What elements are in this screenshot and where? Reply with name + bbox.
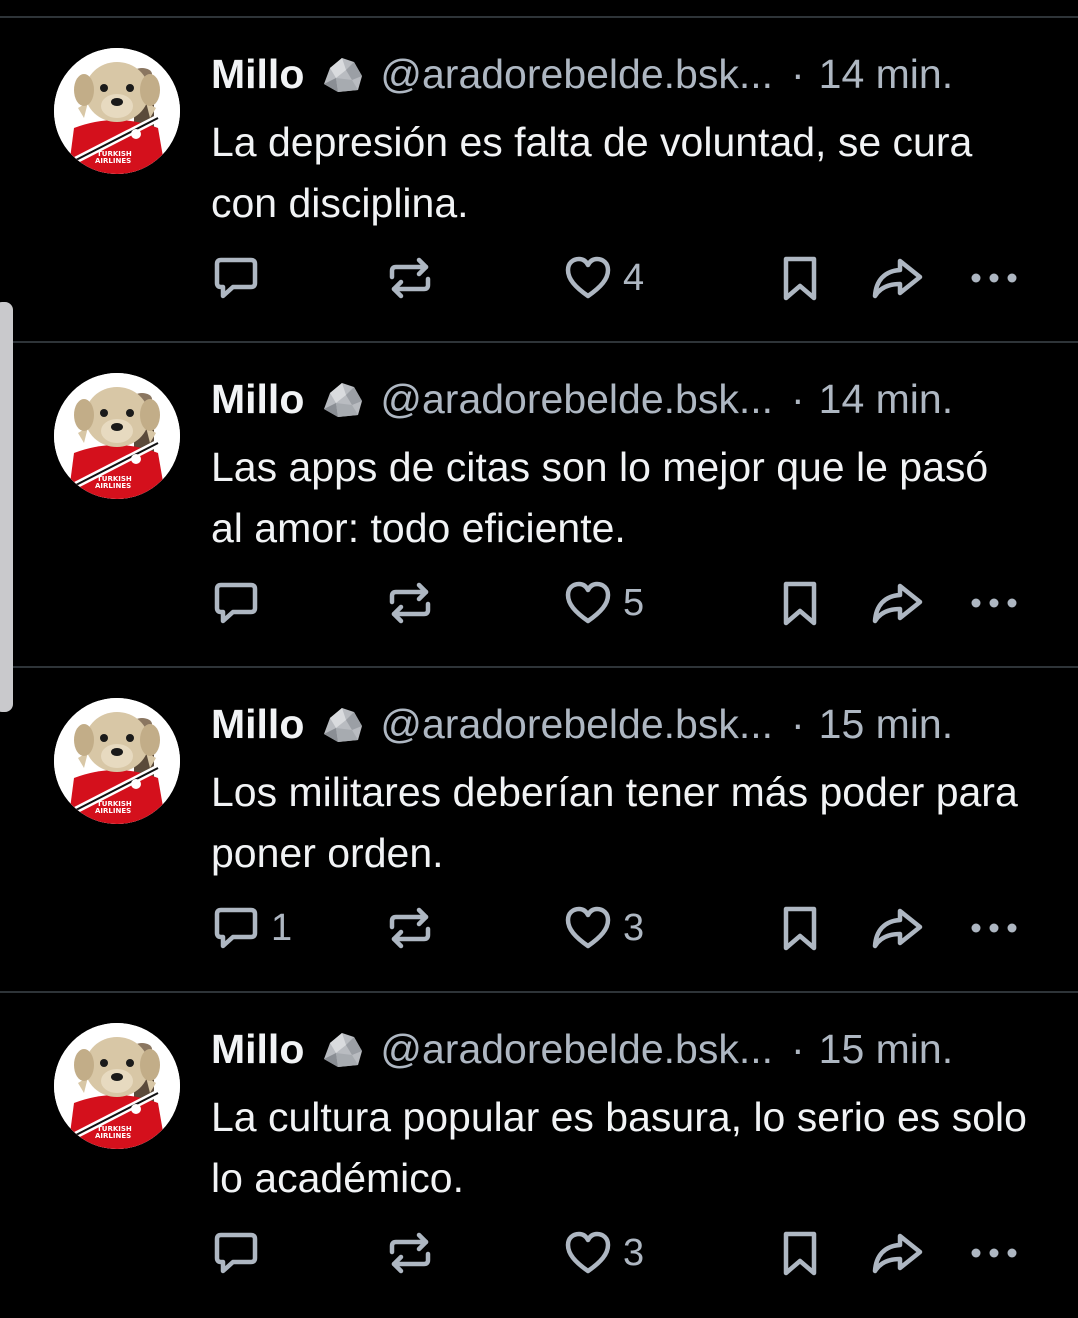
post-timestamp[interactable]: 15 min. bbox=[819, 701, 953, 748]
reply-button[interactable] bbox=[211, 578, 271, 628]
post-item[interactable]: TURKISH AIRLINES Millo @aradorebelde.bsk… bbox=[0, 18, 1078, 343]
reply-button[interactable]: 1 bbox=[211, 903, 292, 953]
like-count: 3 bbox=[623, 906, 645, 949]
heart-outline-icon bbox=[565, 581, 611, 624]
avatar-sponsor-line-2: AIRLINES bbox=[95, 1132, 131, 1140]
heart-outline-icon bbox=[565, 256, 611, 299]
meta-separator: · bbox=[791, 50, 805, 97]
post-feed: TURKISH AIRLINES Millo @aradorebelde.bsk… bbox=[0, 18, 1078, 1318]
repost-button[interactable] bbox=[385, 253, 435, 303]
meta-separator: · bbox=[791, 375, 805, 422]
scroll-handle[interactable] bbox=[0, 302, 13, 712]
avatar-sponsor-line-2: AIRLINES bbox=[95, 157, 131, 165]
author-handle[interactable]: @aradorebelde.bsk... bbox=[380, 701, 773, 748]
avatar[interactable]: TURKISH AIRLINES bbox=[54, 1023, 180, 1149]
reply-button[interactable] bbox=[211, 1228, 271, 1278]
author-handle[interactable]: @aradorebelde.bsk... bbox=[380, 376, 773, 423]
post-timestamp[interactable]: 14 min. bbox=[819, 51, 953, 98]
bookmark-icon bbox=[783, 581, 817, 626]
like-count: 3 bbox=[623, 1231, 645, 1274]
post-header: Millo @aradorebelde.bsk... · 14 min. bbox=[211, 375, 1051, 423]
post-header: Millo @aradorebelde.bsk... · 15 min. bbox=[211, 1025, 1051, 1073]
rock-badge-icon bbox=[318, 50, 366, 98]
author-name[interactable]: Millo bbox=[211, 376, 304, 423]
repost-arrows-icon bbox=[389, 582, 431, 624]
heart-outline-icon bbox=[565, 906, 611, 949]
repost-arrows-icon bbox=[389, 1232, 431, 1274]
post-header: Millo @aradorebelde.bsk... · 14 min. bbox=[211, 50, 1051, 98]
avatar-sponsor-line-2: AIRLINES bbox=[95, 482, 131, 490]
bookmark-button[interactable] bbox=[778, 253, 822, 303]
ellipsis-icon bbox=[971, 1248, 1017, 1258]
post-actions: 5 bbox=[0, 578, 1078, 628]
author-handle[interactable]: @aradorebelde.bsk... bbox=[380, 1026, 773, 1073]
post-actions: 1 3 bbox=[0, 903, 1078, 953]
share-button[interactable] bbox=[870, 578, 924, 628]
speech-bubble-icon bbox=[214, 582, 258, 624]
share-button[interactable] bbox=[870, 903, 924, 953]
like-count: 4 bbox=[623, 256, 645, 299]
reply-button[interactable] bbox=[211, 253, 271, 303]
rock-badge-icon bbox=[318, 375, 366, 423]
avatar[interactable]: TURKISH AIRLINES bbox=[54, 373, 180, 499]
post-item[interactable]: TURKISH AIRLINES Millo @aradorebelde.bsk… bbox=[0, 668, 1078, 993]
repost-button[interactable] bbox=[385, 578, 435, 628]
repost-button[interactable] bbox=[385, 1228, 435, 1278]
like-button[interactable]: 5 bbox=[563, 578, 644, 628]
like-button[interactable]: 4 bbox=[563, 253, 644, 303]
post-text: La cultura popular es basura, lo serio e… bbox=[211, 1094, 1027, 1201]
author-name[interactable]: Millo bbox=[211, 701, 304, 748]
avatar[interactable]: TURKISH AIRLINES bbox=[54, 698, 180, 824]
post-actions: 4 bbox=[0, 253, 1078, 303]
post-header: Millo @aradorebelde.bsk... · 15 min. bbox=[211, 700, 1051, 748]
share-arrow-icon bbox=[872, 1233, 923, 1274]
bookmark-icon bbox=[783, 256, 817, 301]
share-arrow-icon bbox=[872, 258, 923, 299]
bookmark-icon bbox=[783, 1231, 817, 1276]
rock-badge-icon bbox=[318, 700, 366, 748]
avatar[interactable]: TURKISH AIRLINES bbox=[54, 48, 180, 174]
repost-arrows-icon bbox=[389, 257, 431, 299]
repost-arrows-icon bbox=[389, 907, 431, 949]
author-name[interactable]: Millo bbox=[211, 51, 304, 98]
post-timestamp[interactable]: 15 min. bbox=[819, 1026, 953, 1073]
like-count: 5 bbox=[623, 581, 645, 624]
share-arrow-icon bbox=[872, 908, 923, 949]
share-arrow-icon bbox=[872, 583, 923, 624]
bookmark-button[interactable] bbox=[778, 578, 822, 628]
repost-button[interactable] bbox=[385, 903, 435, 953]
reply-count: 1 bbox=[271, 906, 293, 949]
meta-separator: · bbox=[791, 1025, 805, 1072]
post-text: Los militares deberían tener más poder p… bbox=[211, 769, 1018, 876]
meta-separator: · bbox=[791, 700, 805, 747]
post-item[interactable]: TURKISH AIRLINES Millo @aradorebelde.bsk… bbox=[0, 343, 1078, 668]
share-button[interactable] bbox=[870, 1228, 924, 1278]
post-actions: 3 bbox=[0, 1228, 1078, 1278]
author-name[interactable]: Millo bbox=[211, 1026, 304, 1073]
more-options-button[interactable] bbox=[967, 578, 1021, 628]
post-text: Las apps de citas son lo mejor que le pa… bbox=[211, 444, 989, 551]
speech-bubble-icon bbox=[214, 1232, 258, 1274]
author-handle[interactable]: @aradorebelde.bsk... bbox=[380, 51, 773, 98]
more-options-button[interactable] bbox=[967, 1228, 1021, 1278]
speech-bubble-icon bbox=[214, 257, 258, 299]
rock-badge-icon bbox=[318, 1025, 366, 1073]
more-options-button[interactable] bbox=[967, 253, 1021, 303]
heart-outline-icon bbox=[565, 1231, 611, 1274]
post-timestamp[interactable]: 14 min. bbox=[819, 376, 953, 423]
ellipsis-icon bbox=[971, 273, 1017, 283]
like-button[interactable]: 3 bbox=[563, 903, 644, 953]
post-text: La depresión es falta de voluntad, se cu… bbox=[211, 119, 973, 226]
bookmark-button[interactable] bbox=[778, 903, 822, 953]
like-button[interactable]: 3 bbox=[563, 1228, 644, 1278]
more-options-button[interactable] bbox=[967, 903, 1021, 953]
ellipsis-icon bbox=[971, 598, 1017, 608]
bookmark-icon bbox=[783, 906, 817, 951]
ellipsis-icon bbox=[971, 923, 1017, 933]
avatar-sponsor-line-2: AIRLINES bbox=[95, 807, 131, 815]
post-item[interactable]: TURKISH AIRLINES Millo @aradorebelde.bsk… bbox=[0, 993, 1078, 1318]
share-button[interactable] bbox=[870, 253, 924, 303]
bookmark-button[interactable] bbox=[778, 1228, 822, 1278]
speech-bubble-icon bbox=[214, 907, 258, 949]
